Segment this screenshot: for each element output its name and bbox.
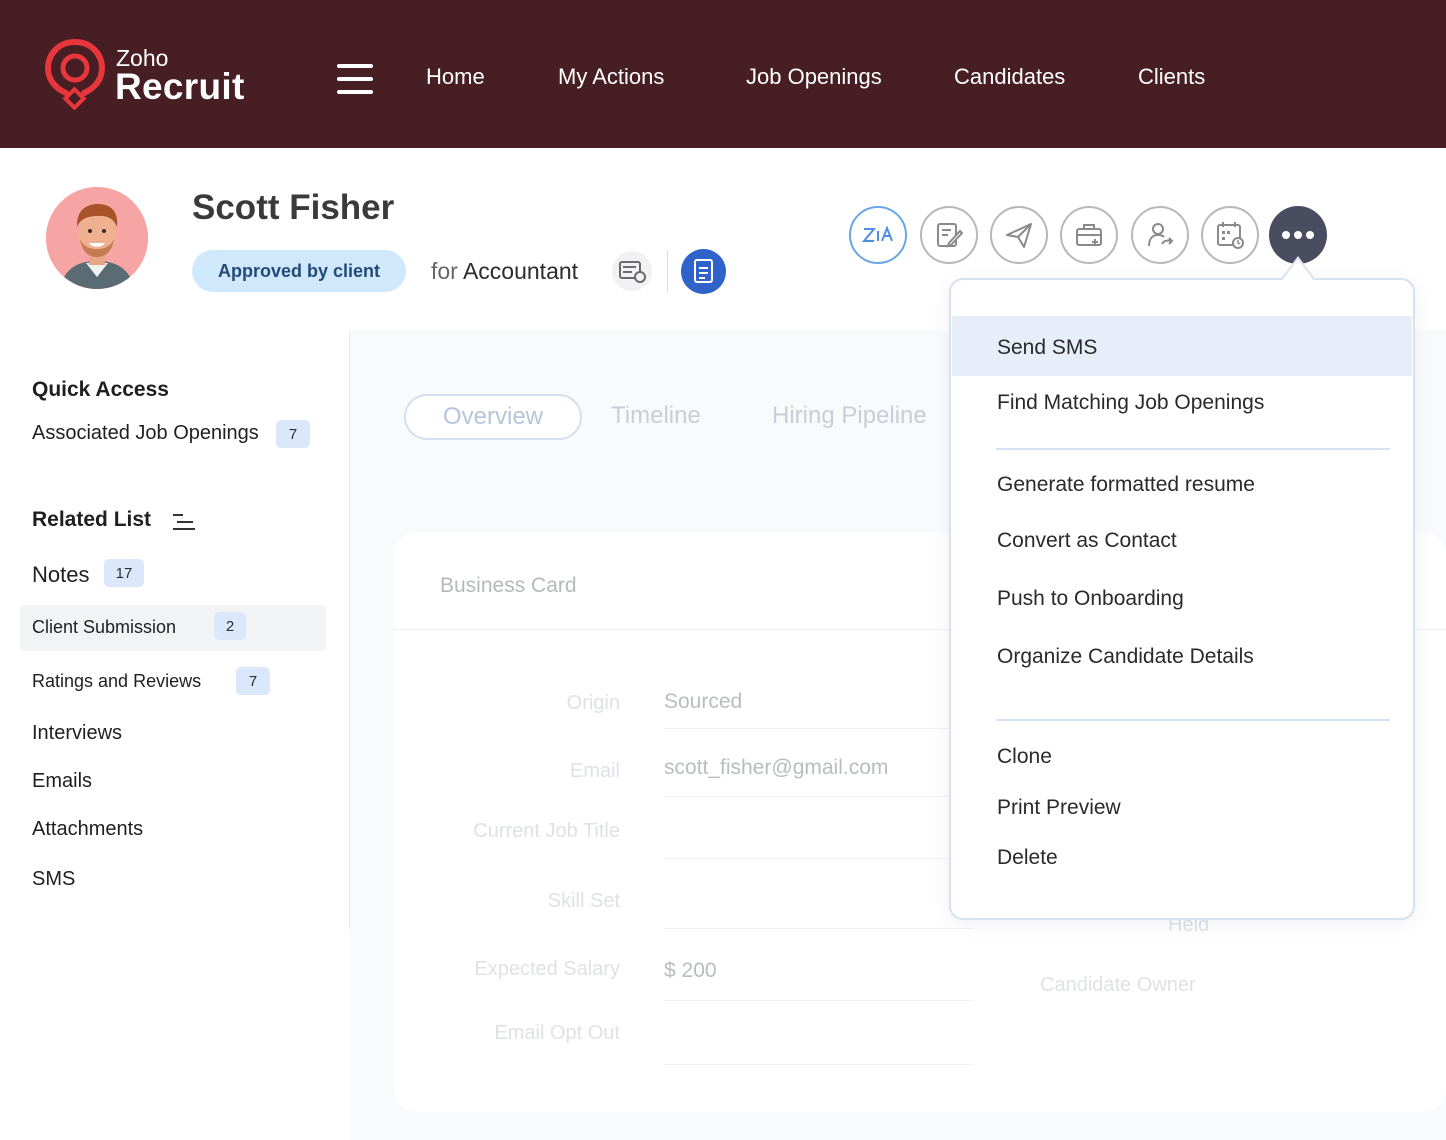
send-icon[interactable] — [990, 206, 1048, 264]
quick-access-title: Quick Access — [32, 378, 169, 401]
menu-organize-candidate-details[interactable]: Organize Candidate Details — [997, 645, 1254, 669]
top-navigation-bar: Zoho Recruit Home My Actions Job Opening… — [0, 0, 1446, 148]
record-tabs: Overview Timeline Hiring Pipeline — [400, 390, 960, 444]
field-value-expected-salary: $ 200 — [664, 959, 717, 982]
nav-job-openings[interactable]: Job Openings — [746, 64, 882, 90]
briefcase-add-icon[interactable] — [1060, 206, 1118, 264]
field-label-expected-salary: Expected Salary — [474, 958, 620, 980]
field-underline — [664, 1064, 974, 1065]
menu-separator — [996, 719, 1390, 721]
calendar-schedule-icon[interactable] — [1201, 206, 1259, 264]
menu-find-matching-job-openings[interactable]: Find Matching Job Openings — [997, 391, 1264, 415]
related-list-title: Related List — [32, 508, 152, 531]
for-prefix: for — [431, 258, 458, 284]
candidate-name: Scott Fisher — [192, 188, 395, 227]
hamburger-menu-icon[interactable] — [337, 64, 373, 94]
candidate-avatar[interactable] — [46, 187, 148, 289]
field-label-skill-set: Skill Set — [547, 890, 620, 912]
count-badge: 17 — [104, 559, 144, 587]
menu-print-preview[interactable]: Print Preview — [997, 796, 1121, 820]
resume-document-icon[interactable] — [681, 249, 726, 294]
field-label-origin: Origin — [566, 692, 620, 714]
nav-my-actions[interactable]: My Actions — [558, 64, 664, 90]
menu-delete[interactable]: Delete — [997, 846, 1058, 870]
menu-convert-as-contact[interactable]: Convert as Contact — [997, 529, 1177, 553]
related-item-client-submission[interactable]: Client Submission — [32, 617, 176, 638]
menu-send-sms[interactable]: Send SMS — [997, 336, 1097, 360]
recruit-logo-icon — [44, 39, 106, 110]
menu-push-to-onboarding[interactable]: Push to Onboarding — [997, 587, 1184, 611]
count-badge: 7 — [276, 420, 310, 448]
field-underline — [664, 928, 974, 929]
business-card-title: Business Card — [440, 574, 577, 597]
field-label-current-job-title: Current Job Title — [473, 820, 620, 842]
field-underline — [664, 728, 974, 729]
related-item-notes[interactable]: Notes — [32, 562, 89, 588]
left-panel-divider — [349, 330, 350, 930]
zia-icon[interactable] — [849, 206, 907, 264]
assign-user-icon[interactable] — [1131, 206, 1189, 264]
dropdown-caret-inner — [1282, 259, 1314, 281]
field-label-candidate-owner: Candidate Owner — [1040, 974, 1196, 996]
change-job-icon[interactable] — [612, 251, 652, 291]
candidate-status-badge[interactable]: Approved by client — [192, 250, 406, 292]
job-title-link[interactable]: Accountant — [463, 258, 578, 284]
sort-list-icon[interactable] — [170, 510, 196, 534]
tab-timeline[interactable]: Timeline — [611, 402, 701, 430]
related-item-attachments[interactable]: Attachments — [32, 818, 143, 841]
field-label-email-opt-out: Email Opt Out — [494, 1022, 620, 1044]
header-divider — [667, 250, 668, 292]
related-item-ratings-and-reviews[interactable]: Ratings and Reviews — [32, 671, 201, 692]
avatar-photo — [46, 187, 148, 289]
zoho-recruit-logo[interactable]: Zoho Recruit — [44, 38, 264, 114]
count-badge: 7 — [236, 667, 270, 695]
tab-overview[interactable]: Overview — [404, 394, 582, 440]
field-underline — [664, 858, 974, 859]
field-value-origin: Sourced — [664, 690, 743, 713]
quick-access-associated-job-openings[interactable]: Associated Job Openings — [32, 422, 259, 445]
tab-hiring-pipeline[interactable]: Hiring Pipeline — [772, 402, 927, 430]
field-value-email[interactable]: scott_fisher@gmail.com — [664, 756, 888, 780]
nav-home[interactable]: Home — [426, 64, 485, 90]
count-badge: 2 — [214, 612, 246, 640]
nav-clients[interactable]: Clients — [1138, 64, 1205, 90]
related-item-interviews[interactable]: Interviews — [32, 722, 122, 745]
job-opening-reference: for Accountant — [431, 258, 578, 285]
nav-candidates[interactable]: Candidates — [954, 64, 1065, 90]
edit-icon[interactable] — [920, 206, 978, 264]
brand-recruit: Recruit — [115, 66, 245, 107]
related-item-sms[interactable]: SMS — [32, 868, 75, 891]
related-item-emails[interactable]: Emails — [32, 770, 92, 793]
menu-generate-formatted-resume[interactable]: Generate formatted resume — [997, 473, 1255, 497]
menu-clone[interactable]: Clone — [997, 745, 1052, 769]
menu-separator — [996, 448, 1390, 450]
field-underline — [664, 796, 974, 797]
field-label-email: Email — [569, 760, 620, 782]
field-underline — [664, 1000, 974, 1001]
